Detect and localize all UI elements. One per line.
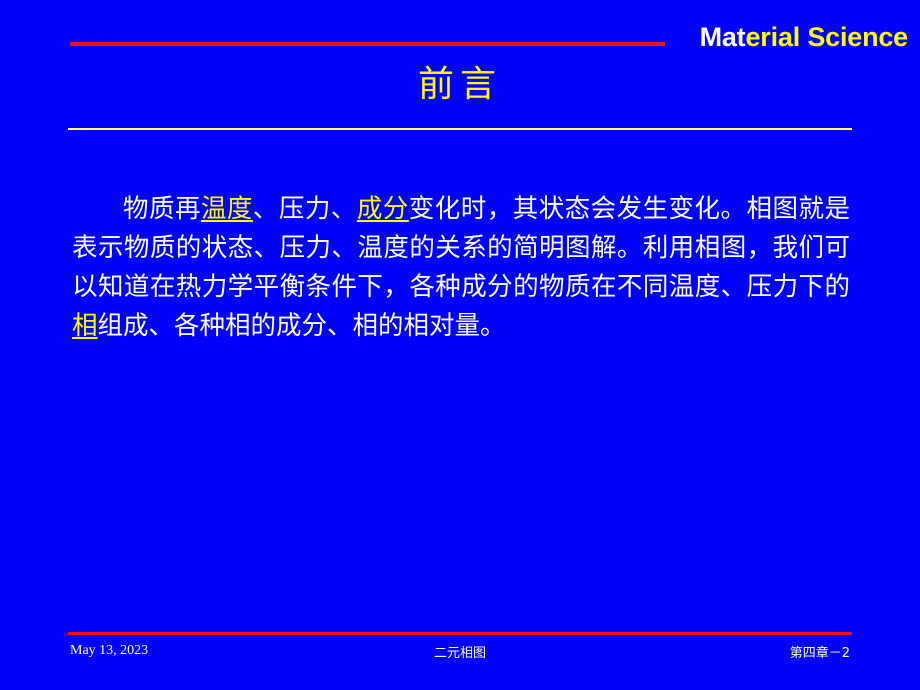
brand-title: Material Science — [699, 22, 909, 52]
slide: Material Science 前言 物质再温度、压力、成分变化时，其状态会发… — [0, 0, 920, 690]
body-segment: 物质再 — [123, 194, 201, 224]
header-rule — [70, 42, 665, 46]
body-segment: 组成、各种相的成分、相的相对量。 — [97, 311, 506, 341]
title-divider — [68, 128, 852, 130]
body-segment-highlight-composition[interactable]: 成分 — [357, 194, 409, 224]
page-title: 前言 — [417, 64, 502, 105]
body-segment-highlight-phase[interactable]: 相 — [72, 311, 98, 341]
body-segment-highlight-temperature[interactable]: 温度 — [201, 194, 253, 224]
brand-title-yellow-part: erial Science — [745, 22, 908, 52]
footer-date: May 13, 2023 — [70, 643, 149, 658]
body-segment: 、压力、 — [252, 194, 357, 224]
footer-rule — [68, 632, 852, 635]
footer-section-title: 二元相图 — [433, 645, 486, 661]
footer-page-number: 第四章－2 — [789, 645, 850, 661]
footer: May 13, 2023 二元相图 第四章－2 — [70, 639, 850, 663]
body-paragraph: 物质再温度、压力、成分变化时，其状态会发生变化。相图就是表示物质的状态、压力、温… — [72, 190, 850, 346]
brand-title-white-part: Mat — [699, 22, 746, 52]
